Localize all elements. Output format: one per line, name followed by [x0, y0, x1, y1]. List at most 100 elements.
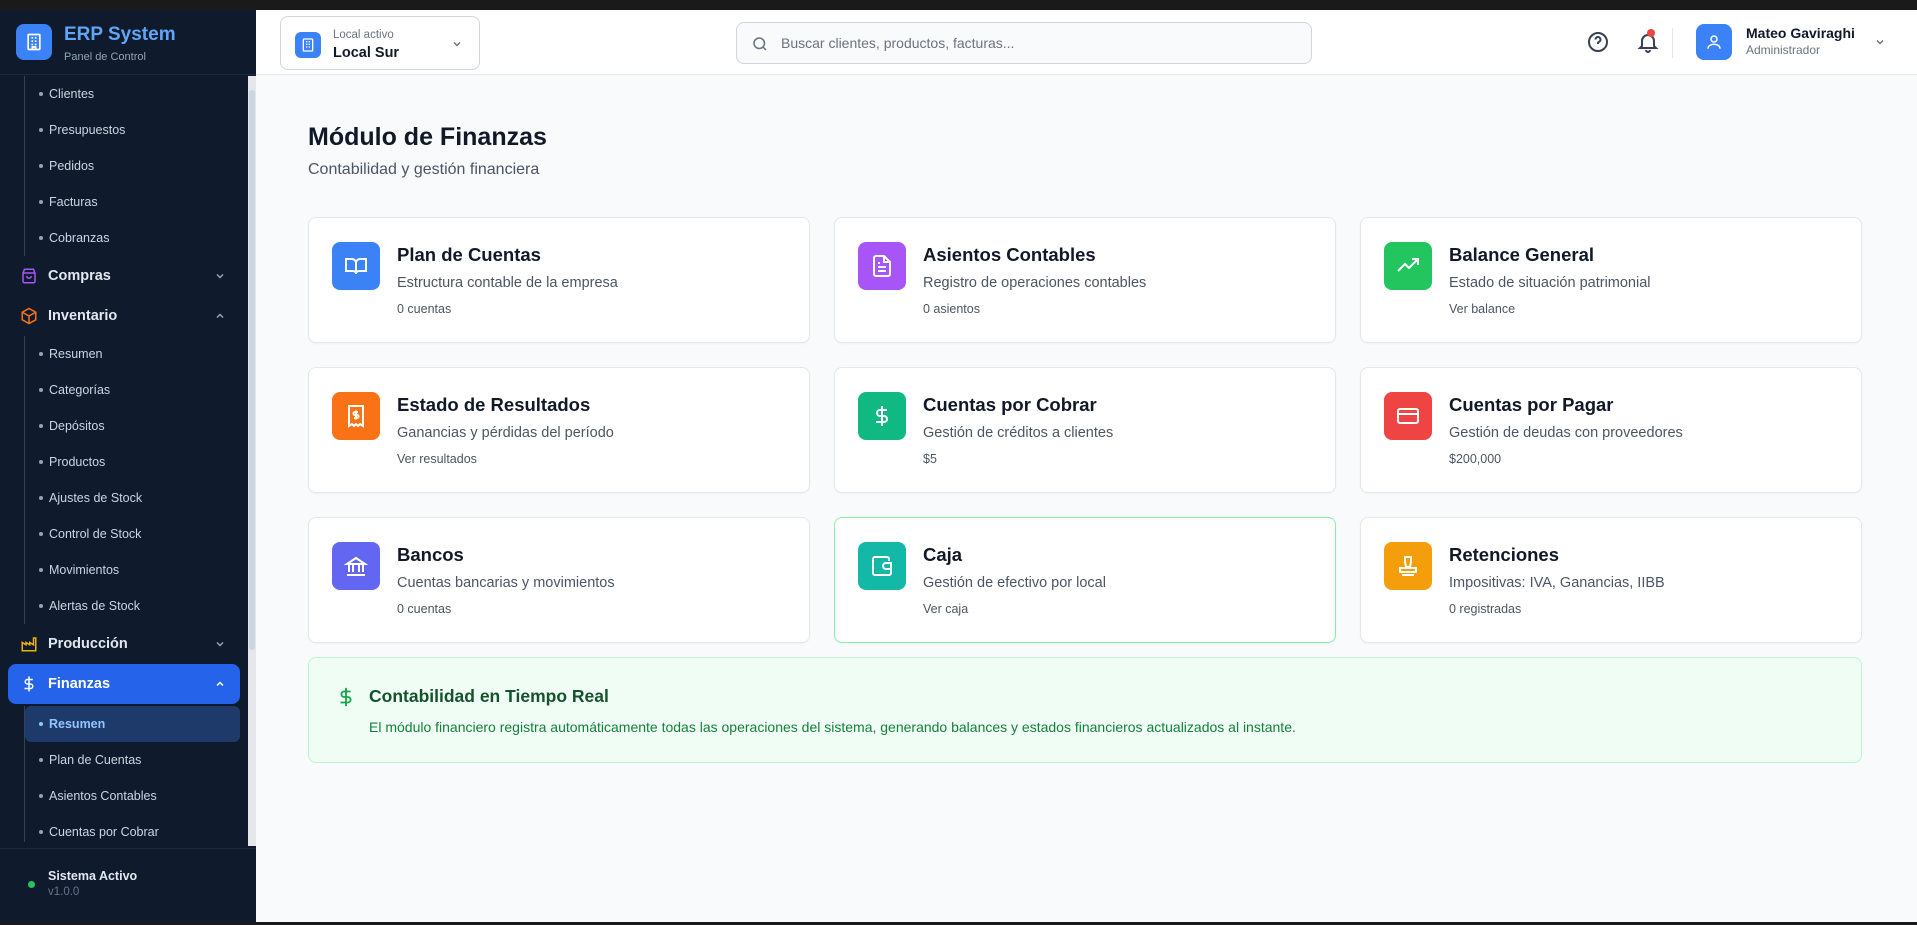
sidebar-item-productos[interactable]: Productos [25, 444, 256, 480]
chevron-up-icon [216, 313, 224, 319]
brand-divider [0, 74, 256, 75]
sidebar-item-ajustes-stock[interactable]: Ajustes de Stock [25, 480, 256, 516]
card-description: Estado de situación patrimonial [1449, 275, 1651, 291]
document-icon [858, 242, 906, 290]
stamp-icon [1384, 542, 1432, 590]
banner-text: El módulo financiero registra automática… [369, 719, 1296, 735]
card-description: Registro de operaciones contables [923, 275, 1147, 291]
sidebar-item-label: Resumen [49, 717, 106, 731]
card-retenciones[interactable]: Retenciones Impositivas: IVA, Ganancias,… [1360, 517, 1862, 643]
page-subtitle: Contabilidad y gestión financiera [308, 161, 540, 178]
sidebar-item-presupuestos[interactable]: Presupuestos [25, 112, 256, 148]
card-bancos[interactable]: Bancos Cuentas bancarias y movimientos 0… [308, 517, 810, 643]
sidebar-item-label: Asientos Contables [49, 789, 157, 803]
banner-title: Contabilidad en Tiempo Real [369, 686, 609, 706]
sidebar-item-cobranzas[interactable]: Cobranzas [25, 220, 256, 256]
section-label: Inventario [48, 308, 118, 324]
card-asientos-contables[interactable]: Asientos Contables Registro de operacion… [834, 217, 1336, 343]
sidebar-item-clientes[interactable]: Clientes [25, 76, 256, 112]
card-caja[interactable]: Caja Gestión de efectivo por local Ver c… [834, 517, 1336, 643]
help-icon[interactable] [1586, 30, 1610, 54]
sidebar-section-finanzas[interactable]: Finanzas [8, 664, 240, 704]
bank-icon [332, 542, 380, 590]
card-cuentas-cobrar[interactable]: Cuentas por Cobrar Gestión de créditos a… [834, 367, 1336, 493]
bullet [39, 200, 43, 204]
sidebar-item-resumen-finanzas[interactable]: Resumen [25, 706, 240, 742]
card-title: Estado de Resultados [397, 394, 591, 415]
package-icon [21, 307, 37, 325]
bullet [39, 568, 43, 572]
bullet [39, 236, 43, 240]
card-title: Cuentas por Pagar [1449, 394, 1614, 415]
inventario-submenu: Resumen Categorías Depósitos Productos A… [24, 336, 256, 624]
bullet [39, 352, 43, 356]
card-description: Impositivas: IVA, Ganancias, IIBB [1449, 575, 1665, 591]
card-title: Bancos [397, 544, 464, 565]
sidebar-item-plan-cuentas[interactable]: Plan de Cuentas [25, 742, 256, 778]
sidebar-item-label: Alertas de Stock [49, 599, 141, 613]
user-menu[interactable]: Mateo Gaviraghi Administrador [1696, 22, 1896, 62]
dollar-icon [340, 687, 352, 707]
wallet-icon [858, 542, 906, 590]
card-meta: 0 cuentas [397, 302, 452, 316]
sidebar-section-inventario[interactable]: Inventario [0, 296, 256, 336]
sidebar-item-label: Ajustes de Stock [49, 491, 143, 505]
dollar-icon [858, 392, 906, 440]
factory-icon [21, 637, 37, 652]
bullet [39, 532, 43, 536]
system-version: v1.0.0 [48, 886, 80, 898]
card-meta: Ver caja [923, 602, 969, 616]
finanzas-submenu: Resumen Plan de Cuentas Asientos Contabl… [24, 706, 256, 842]
card-cuentas-pagar[interactable]: Cuentas por Pagar Gestión de deudas con … [1360, 367, 1862, 493]
card-description: Cuentas bancarias y movimientos [397, 575, 615, 591]
card-title: Plan de Cuentas [397, 244, 541, 265]
chevron-down-icon [216, 641, 224, 647]
card-meta: 0 registradas [1449, 602, 1522, 616]
building-icon [16, 24, 52, 60]
card-title: Retenciones [1449, 544, 1560, 565]
sidebar-item-asientos[interactable]: Asientos Contables [25, 778, 256, 814]
status-dot [28, 881, 35, 888]
sidebar-item-resumen[interactable]: Resumen [25, 336, 256, 372]
receipt-icon [332, 392, 380, 440]
chevron-down-icon [453, 41, 461, 47]
sidebar: ERP System Panel de Control Clientes Pre… [0, 10, 256, 922]
card-plan-cuentas[interactable]: Plan de Cuentas Estructura contable de l… [308, 217, 810, 343]
sidebar-item-label: Cuentas por Cobrar [49, 825, 159, 839]
dollar-icon [24, 676, 34, 692]
search-input[interactable] [781, 23, 1301, 63]
sidebar-item-alertas-stock[interactable]: Alertas de Stock [25, 588, 256, 624]
local-selector[interactable]: Local activo Local Sur [280, 16, 480, 70]
sidebar-item-label: Control de Stock [49, 527, 142, 541]
card-meta: $5 [923, 452, 937, 466]
sidebar-item-pedidos[interactable]: Pedidos [25, 148, 256, 184]
card-balance-general[interactable]: Balance General Estado de situación patr… [1360, 217, 1862, 343]
sidebar-item-cuentas-cobrar[interactable]: Cuentas por Cobrar [25, 814, 256, 842]
search-box[interactable] [736, 22, 1312, 64]
ventas-submenu: Clientes Presupuestos Pedidos Facturas C… [24, 76, 256, 256]
sidebar-item-label: Categorías [49, 383, 111, 397]
brand[interactable]: ERP System Panel de Control [16, 24, 176, 63]
section-label: Finanzas [48, 676, 111, 692]
bullet [39, 388, 43, 392]
bullet [39, 128, 43, 132]
sidebar-section-produccion[interactable]: Producción [0, 624, 256, 664]
sidebar-item-movimientos[interactable]: Movimientos [25, 552, 256, 588]
sidebar-item-control-stock[interactable]: Control de Stock [25, 516, 256, 552]
info-banner: Contabilidad en Tiempo Real El módulo fi… [308, 657, 1862, 763]
card-estado-resultados[interactable]: Estado de Resultados Ganancias y pérdida… [308, 367, 810, 493]
sidebar-section-compras[interactable]: Compras [0, 256, 256, 296]
card-meta: $200,000 [1449, 452, 1502, 466]
search-icon [753, 37, 767, 51]
card-description: Estructura contable de la empresa [397, 275, 618, 291]
book-icon [332, 242, 380, 290]
sidebar-item-categorias[interactable]: Categorías [25, 372, 256, 408]
sidebar-item-facturas[interactable]: Facturas [25, 184, 256, 220]
bullet [39, 496, 43, 500]
sidebar-scrollbar-thumb[interactable] [249, 90, 255, 650]
card-meta: Ver balance [1449, 302, 1516, 316]
sidebar-item-label: Pedidos [49, 159, 95, 173]
card-title: Cuentas por Cobrar [923, 394, 1097, 415]
notification-badge [1647, 29, 1655, 37]
sidebar-item-depositos[interactable]: Depósitos [25, 408, 256, 444]
